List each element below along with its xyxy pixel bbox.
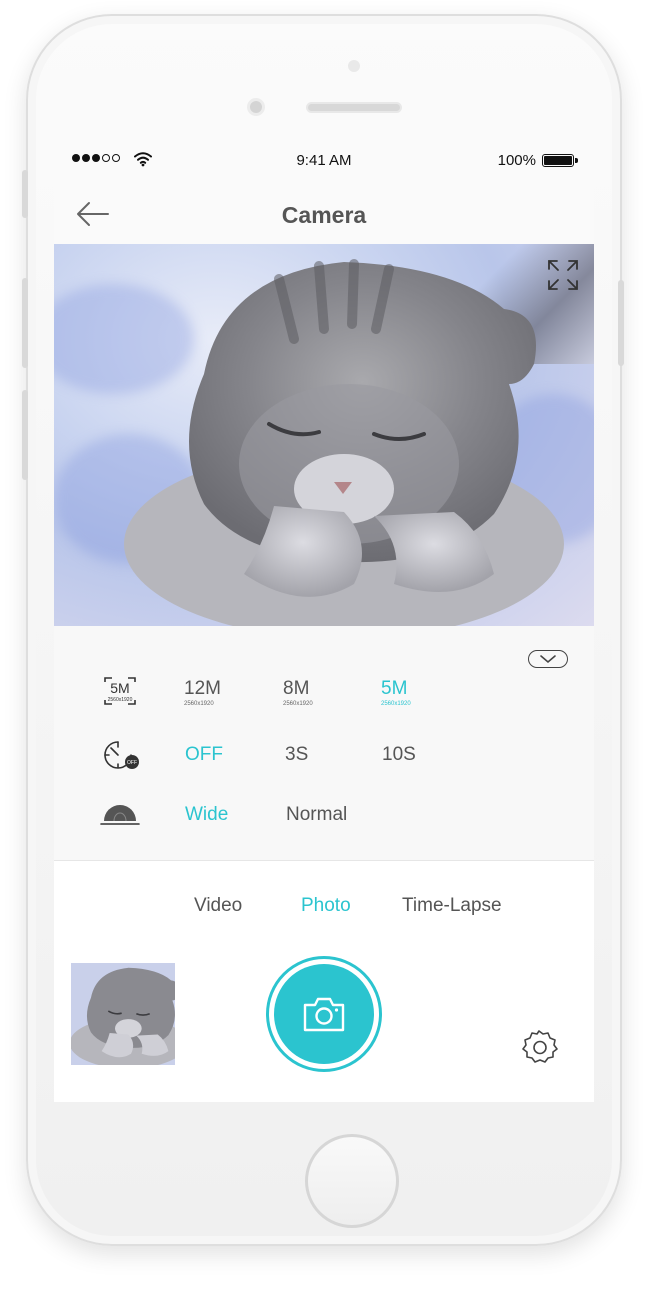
capture-mode-area: Video Photo Time-Lapse (54, 861, 594, 1102)
resolution-option-sub: 2560x1920 (283, 701, 313, 707)
cat-photo (124, 259, 564, 626)
camera-icon (303, 997, 345, 1032)
shutter-inner (274, 964, 374, 1064)
resolution-option-8m[interactable]: 8M 2560x1920 (283, 678, 313, 707)
screen: 9:41 AM 100% Camera 5M 2560x1920 12M 256… (54, 140, 594, 1102)
resolution-icon-label: 5M (110, 680, 129, 696)
page-title: Camera (281, 202, 367, 228)
thumbnail-image (71, 963, 175, 1065)
timer-off-icon: OFF (104, 741, 139, 769)
settings-gear-icon[interactable] (520, 1028, 558, 1066)
lens-option-wide[interactable]: Wide (185, 804, 228, 826)
volume-down-button (22, 390, 28, 480)
lens-option-normal[interactable]: Normal (286, 804, 347, 826)
volume-up-button (22, 278, 28, 368)
wide-angle-icon (100, 805, 140, 825)
earpiece-speaker (306, 102, 402, 113)
resolution-option-label: 12M (184, 678, 221, 699)
shutter-button[interactable] (266, 956, 382, 1072)
resolution-option-label: 5M (381, 678, 408, 699)
capture-settings-panel: 5M 2560x1920 12M 2560x1920 8M 2560x1920 … (54, 626, 594, 861)
resolution-option-sub: 2560x1920 (184, 701, 214, 707)
resolution-option-12m[interactable]: 12M 2560x1920 (184, 678, 221, 707)
proximity-sensor (247, 98, 265, 116)
resolution-icon-sub: 2560x1920 (108, 697, 133, 703)
timer-option-3s[interactable]: 3S (285, 744, 308, 766)
mode-tab-video[interactable]: Video (194, 895, 242, 917)
camera-preview[interactable] (54, 244, 594, 626)
battery-tip (575, 158, 578, 163)
resolution-option-label: 8M (283, 678, 310, 699)
timer-option-10s[interactable]: 10S (382, 744, 416, 766)
front-camera (348, 60, 360, 72)
mode-tab-photo[interactable]: Photo (301, 895, 351, 917)
timer-icon-badge: OFF (127, 760, 137, 766)
chevron-down-icon (539, 654, 556, 663)
mute-switch (22, 170, 28, 218)
last-capture-thumbnail[interactable] (71, 963, 175, 1065)
resolution-option-5m[interactable]: 5M 2560x1920 (381, 678, 411, 707)
timer-option-off[interactable]: OFF (185, 744, 223, 766)
battery-icon (542, 154, 574, 167)
mode-tab-time-lapse[interactable]: Time-Lapse (402, 895, 502, 917)
collapse-settings-button[interactable] (528, 650, 568, 668)
resolution-option-sub: 2560x1920 (381, 701, 411, 707)
home-button[interactable] (305, 1134, 399, 1228)
battery-percentage: 100% (497, 152, 536, 169)
status-bar: 9:41 AM 100% (54, 140, 594, 184)
fullscreen-icon[interactable] (546, 258, 580, 292)
resolution-5m-icon: 5M 2560x1920 (104, 677, 136, 705)
nav-bar: Camera (54, 184, 594, 244)
power-button (618, 280, 624, 366)
